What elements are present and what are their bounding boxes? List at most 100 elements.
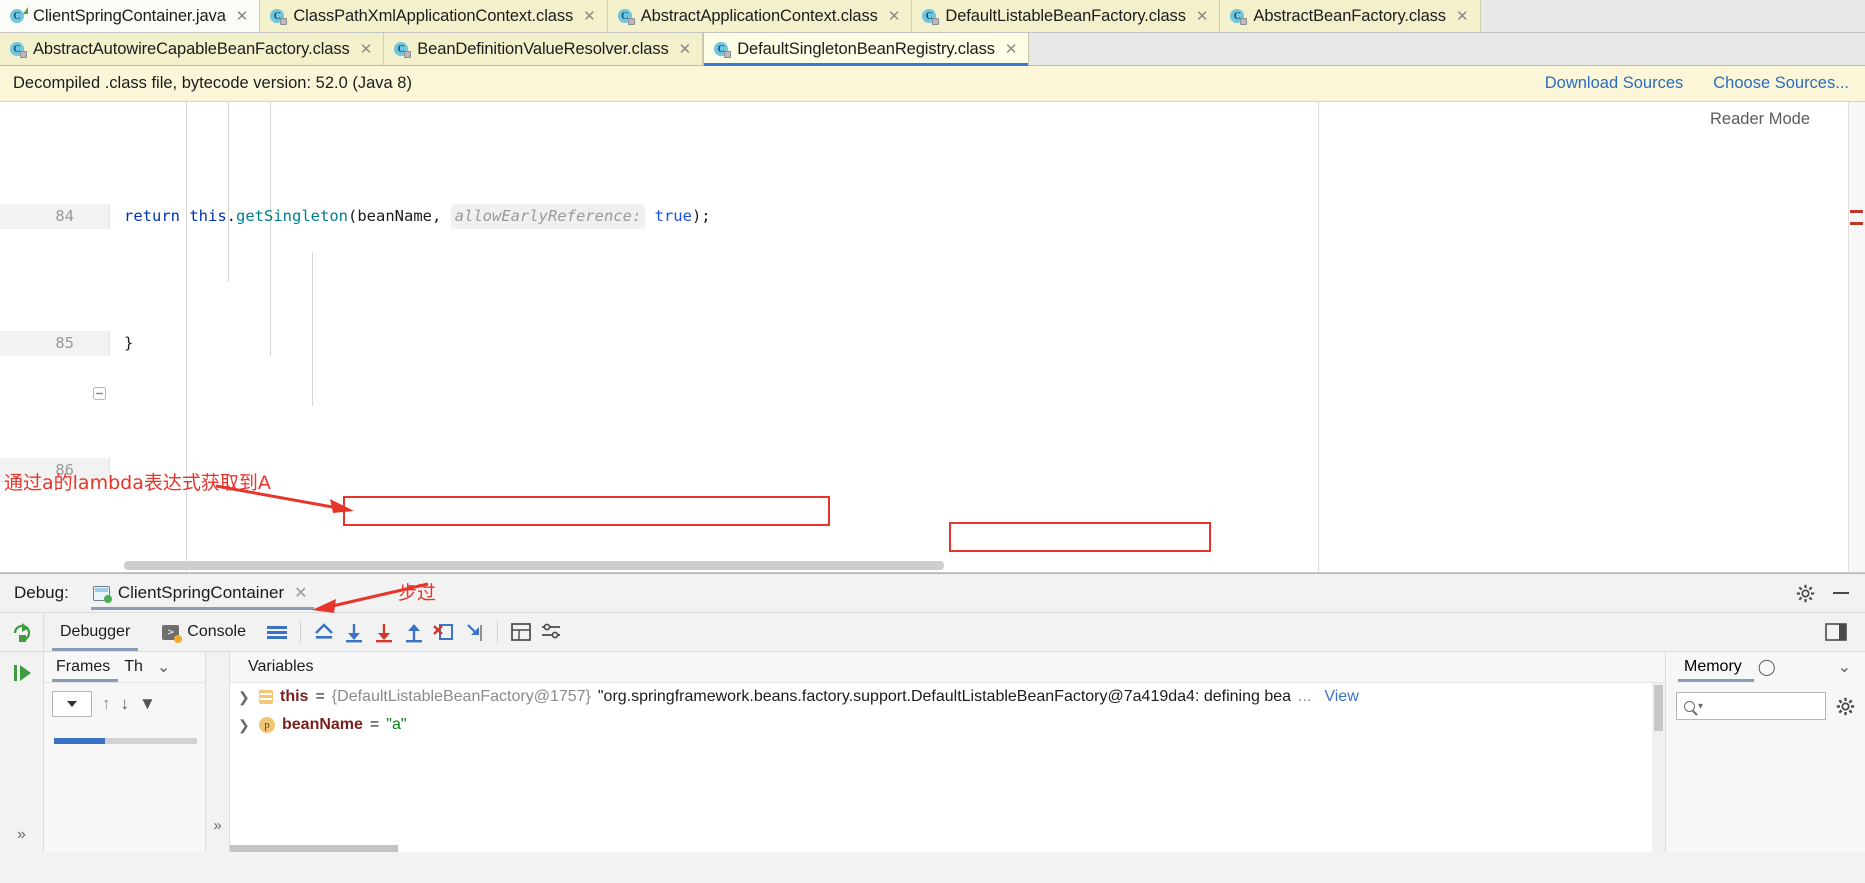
expand-rail-icon[interactable]: » (17, 826, 26, 844)
chevron-right-icon[interactable]: ❯ (238, 717, 252, 734)
editor-horizontal-scrollbar[interactable] (124, 561, 944, 570)
decompiled-notice-text: Decompiled .class file, bytecode version… (13, 74, 412, 92)
variable-value: "a" (386, 716, 407, 733)
settings-gear-icon[interactable] (1796, 584, 1815, 603)
editor-tab-label: ClientSpringContainer.java (33, 6, 226, 25)
search-icon (1684, 700, 1695, 712)
settings-filter-icon[interactable] (536, 617, 566, 647)
editor-tab-abstract-application-context[interactable]: C AbstractApplicationContext.class ✕ (607, 0, 913, 32)
run-to-cursor-icon[interactable] (459, 617, 489, 647)
editor-tab-bean-definition-value-resolver[interactable]: C BeanDefinitionValueResolver.class ✕ (384, 33, 704, 65)
editor-tab-abstract-bean-factory[interactable]: C AbstractBeanFactory.class ✕ (1220, 0, 1481, 32)
filter-icon[interactable]: ▼ (139, 694, 156, 714)
memory-search-input[interactable]: ▾ (1676, 692, 1826, 720)
editor-tab-label: AbstractApplicationContext.class (640, 6, 878, 25)
editor-tab-label: ClassPathXmlApplicationContext.class (293, 6, 574, 25)
chevron-down-icon[interactable]: ⌄ (157, 657, 170, 677)
choose-sources-link[interactable]: Choose Sources... (1713, 74, 1849, 93)
expand-icon[interactable]: » (213, 817, 221, 834)
debug-session-tab[interactable]: ClientSpringContainer ✕ (87, 574, 318, 612)
class-file-icon: C (270, 8, 288, 25)
rail-marker (1850, 222, 1863, 225)
variable-ellipsis: ... (1298, 688, 1312, 705)
download-sources-link[interactable]: Download Sources (1545, 74, 1684, 93)
editor-tab-classpath-xml-application-context[interactable]: C ClassPathXmlApplicationContext.class ✕ (260, 0, 608, 32)
layout-lines-icon[interactable] (262, 617, 292, 647)
close-icon[interactable]: ✕ (294, 583, 307, 603)
tabbar-filler (1480, 0, 1865, 32)
variables-vertical-scrollbar[interactable] (1652, 683, 1665, 852)
tab-memory[interactable]: Memory (1684, 658, 1742, 676)
close-icon[interactable]: ✕ (583, 9, 596, 24)
debug-session-name: ClientSpringContainer (117, 583, 285, 602)
step-into-icon[interactable] (369, 617, 399, 647)
step-over-icon[interactable] (339, 617, 369, 647)
refresh-icon[interactable]: ◯ (1758, 657, 1776, 677)
close-icon[interactable]: ✕ (236, 9, 249, 24)
show-execution-point-icon[interactable] (309, 617, 339, 647)
memory-body: ▾ (1666, 682, 1865, 720)
close-icon[interactable]: ✕ (888, 9, 901, 24)
close-icon[interactable]: ✕ (679, 42, 692, 57)
evaluate-expression-icon[interactable] (506, 617, 536, 647)
tab-debugger[interactable]: Debugger (44, 613, 146, 651)
code-editor[interactable]: Reader Mode 84 return this. getSingleton(… (0, 102, 1865, 573)
thread-selector-dropdown[interactable] (52, 690, 92, 717)
editor-tab-label: DefaultListableBeanFactory.class (945, 6, 1186, 25)
arrow-up-icon[interactable]: ↑ (102, 694, 111, 714)
line-number: 84 (55, 206, 74, 225)
code-line[interactable]: 86 (0, 457, 1865, 484)
variables-header: Variables (230, 652, 1665, 682)
frames-horizontal-scrollbar[interactable] (54, 738, 197, 744)
editor-tab-label: DefaultSingletonBeanRegistry.class (737, 39, 995, 58)
parameter-icon: p (259, 717, 275, 733)
resume-program-icon[interactable] (7, 658, 37, 688)
chevron-down-icon[interactable]: ⌄ (1838, 657, 1851, 677)
editor-marker-rail[interactable] (1848, 102, 1865, 572)
code-line[interactable]: 84 return this. getSingleton (beanName, al… (0, 203, 1865, 230)
rerun-icon[interactable] (7, 617, 37, 647)
console-icon: > (162, 624, 183, 643)
variable-row-beanname[interactable]: ❯ p beanName = "a" (230, 711, 1665, 739)
editor-tab-abstract-autowire-capable-bean-factory[interactable]: C AbstractAutowireCapableBeanFactory.cla… (0, 33, 385, 65)
code-line[interactable]: 85 } (0, 330, 1865, 401)
reader-mode-label[interactable]: Reader Mode (1710, 110, 1810, 129)
close-icon[interactable]: ✕ (1456, 9, 1469, 24)
tab-variables[interactable]: Variables (248, 658, 314, 676)
frames-header: Frames Th ⌄ (44, 652, 205, 682)
close-icon[interactable]: ✕ (360, 42, 373, 57)
view-value-link[interactable]: View (1324, 688, 1358, 706)
annotation-lambda-text: 通过a的lambda表达式获取到A (4, 472, 271, 494)
close-icon[interactable]: ✕ (1005, 42, 1018, 57)
editor-tab-default-singleton-bean-registry[interactable]: C DefaultSingletonBeanRegistry.class ✕ (703, 33, 1030, 66)
debug-label: Debug: (14, 583, 69, 602)
editor-tab-client-spring-container[interactable]: C ClientSpringContainer.java ✕ (0, 0, 261, 32)
tabbar-filler (1029, 33, 1865, 65)
tab-console[interactable]: > Console (146, 613, 262, 651)
tab-frames[interactable]: Frames (56, 658, 110, 676)
class-file-icon: C (617, 8, 635, 25)
arrow-down-icon[interactable]: ↓ (121, 694, 130, 714)
frames-toolbar: ↑ ↓ ▼ (44, 682, 205, 724)
close-icon[interactable]: ✕ (1196, 9, 1209, 24)
variable-reference: {DefaultListableBeanFactory@1757} (331, 688, 591, 705)
drop-frame-icon[interactable] (429, 617, 459, 647)
chevron-right-icon[interactable]: ❯ (238, 689, 252, 706)
layout-settings-icon[interactable] (1821, 617, 1851, 647)
hide-panel-icon[interactable] (1833, 592, 1849, 594)
variable-name: beanName (282, 716, 363, 733)
variable-equals: = (315, 688, 325, 705)
tab-threads[interactable]: Th (124, 658, 143, 676)
fold-collapse-icon[interactable] (93, 337, 106, 401)
line-number: 85 (55, 333, 74, 352)
variable-row-this[interactable]: ❯ this = {DefaultListableBeanFactory@175… (230, 683, 1665, 711)
variables-list[interactable]: ❯ this = {DefaultListableBeanFactory@175… (230, 682, 1665, 852)
step-out-icon[interactable] (399, 617, 429, 647)
class-file-icon: C (10, 41, 27, 58)
memory-settings-gear-icon[interactable] (1836, 697, 1855, 716)
tab-label: Console (187, 623, 246, 640)
variables-horizontal-scrollbar[interactable] (230, 845, 398, 852)
class-file-icon: C (394, 41, 412, 58)
editor-tab-default-listable-bean-factory[interactable]: C DefaultListableBeanFactory.class ✕ (912, 0, 1221, 32)
dropdown-caret-icon[interactable]: ▾ (1698, 701, 1703, 712)
